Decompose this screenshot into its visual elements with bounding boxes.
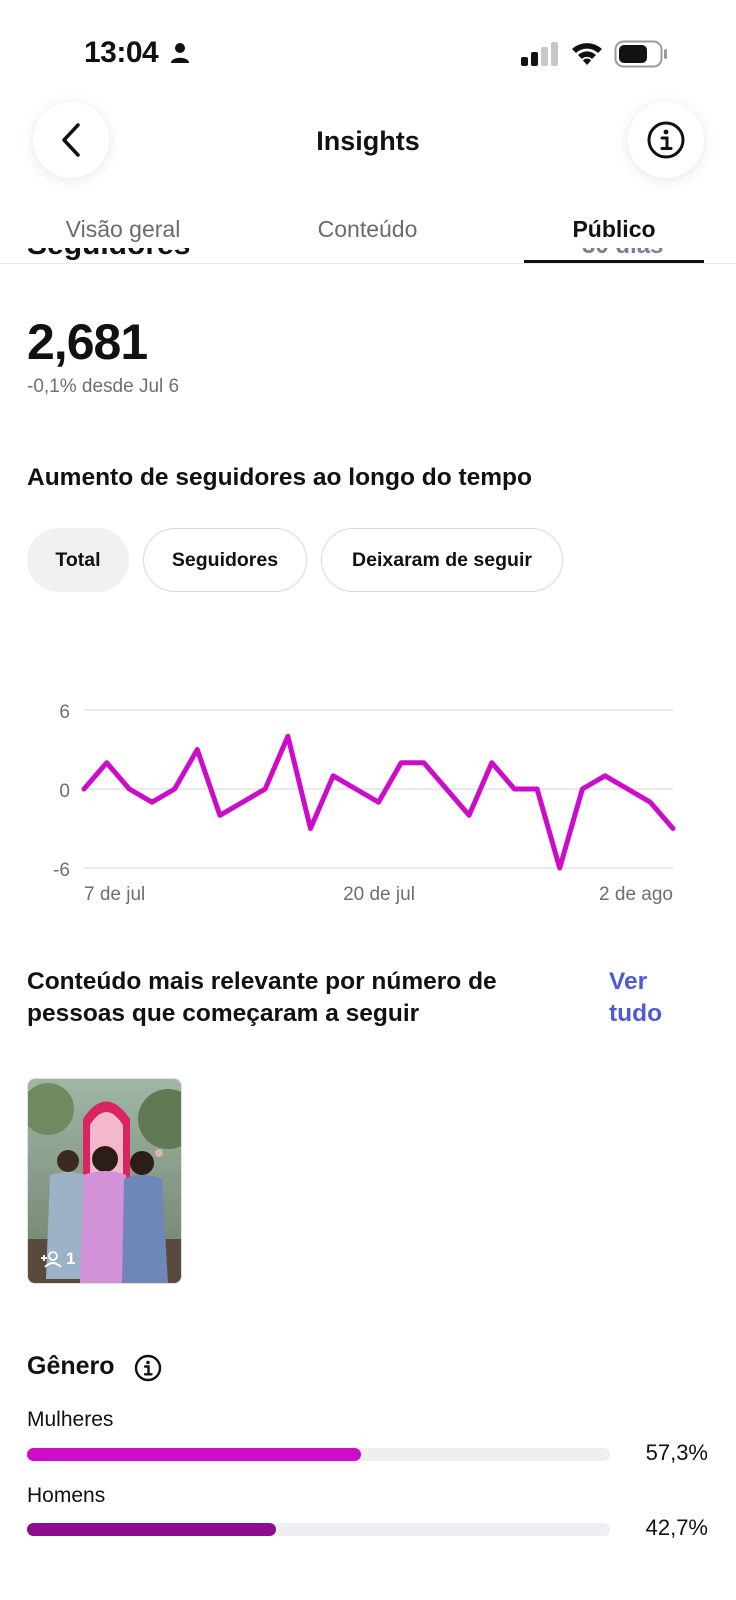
tab-content[interactable]: Conteúdo (290, 216, 445, 243)
page-title: Insights (316, 126, 420, 156)
date-range-selector[interactable]: 30 dias (582, 248, 663, 260)
tab-audience[interactable]: Público (524, 216, 704, 243)
battery-icon (614, 40, 667, 68)
x-tick-label: 7 de jul (84, 884, 145, 905)
gender-value-women: 57,3% (645, 1440, 708, 1465)
wifi-icon (572, 43, 602, 65)
top-nav: Insights (0, 96, 736, 188)
see-all-link[interactable]: Ver tudo (609, 966, 679, 1030)
gender-bar-men (27, 1523, 610, 1536)
filter-total-chip[interactable]: Total (27, 528, 129, 592)
filter-followers-chip[interactable]: Seguidores (143, 528, 307, 592)
post-follow-count: 1 (40, 1249, 75, 1269)
followers-section-label: Seguidores (27, 248, 190, 262)
info-icon[interactable] (134, 1354, 162, 1382)
growth-title: Aumento de seguidores ao longo do tempo (27, 464, 532, 491)
x-tick-label: 2 de ago (599, 884, 673, 905)
add-person-icon (41, 1251, 62, 1268)
info-button[interactable] (628, 102, 704, 178)
y-tick-label: 0 (59, 781, 70, 802)
filter-unfollowed-chip[interactable]: Deixaram de seguir (321, 528, 563, 592)
gender-value-men: 42,7% (645, 1515, 708, 1540)
y-tick-label: -6 (53, 860, 70, 881)
follower-growth-chart: 6 0 -6 7 de jul 20 de jul 2 de ago (53, 702, 676, 905)
y-tick-label: 6 (59, 702, 70, 723)
follower-count: 2,681 (27, 314, 148, 370)
status-bar: 13:04 (0, 0, 736, 96)
relevant-content-title: Conteúdo mais relevante por número de pe… (27, 968, 497, 1027)
gender-bar-women (27, 1448, 610, 1461)
followers-header-clipped: Seguidores 30 dias (0, 248, 736, 264)
status-time: 13:04 (84, 36, 159, 69)
gender-label-women: Mulheres (27, 1408, 114, 1431)
gender-bar-fill-women (27, 1448, 362, 1461)
info-icon (647, 121, 685, 159)
post-follow-count-value: 1 (66, 1249, 76, 1268)
follower-change: -0,1% desde Jul 6 (27, 376, 180, 397)
tab-overview[interactable]: Visão geral (40, 216, 206, 243)
series-line (81, 733, 676, 871)
gender-title: Gênero (27, 1352, 115, 1380)
post-thumbnail[interactable]: 1 (27, 1078, 182, 1284)
x-tick-label: 20 de jul (343, 884, 415, 905)
person-icon (171, 43, 189, 63)
signal-icon (521, 42, 558, 66)
gender-label-men: Homens (27, 1484, 106, 1507)
gender-bar-fill-men (27, 1523, 276, 1536)
